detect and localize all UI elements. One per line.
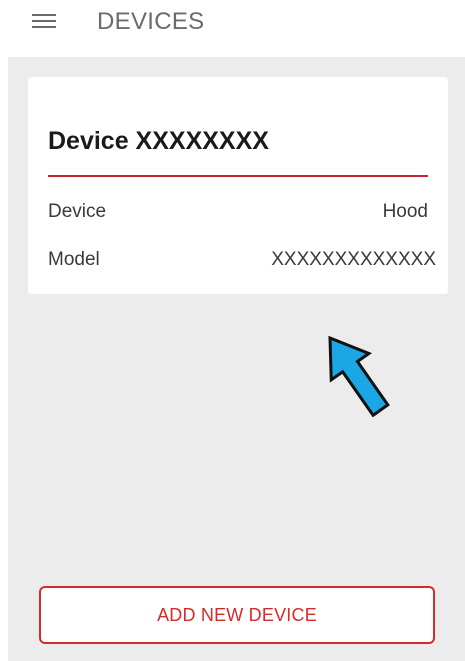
- model-label: Model: [48, 249, 100, 270]
- add-new-device-label: ADD NEW DEVICE: [157, 604, 317, 625]
- device-name: Device XXXXXXXX: [48, 127, 269, 155]
- devices-screen: DEVICES Device XXXXXXXX Device Hood Mode…: [0, 0, 465, 661]
- device-name-divider: [48, 175, 428, 177]
- pointer-arrow-icon: [328, 335, 390, 418]
- hamburger-menu-icon[interactable]: [30, 10, 58, 32]
- device-card[interactable]: Device XXXXXXXX Device Hood Model XXXXXX…: [28, 77, 448, 294]
- device-type-label: Device: [48, 201, 107, 222]
- add-new-device-button[interactable]: ADD NEW DEVICE: [39, 586, 435, 644]
- model-value: XXXXXXXXXXXXX: [271, 249, 436, 270]
- device-list-area: Device XXXXXXXX Device Hood Model XXXXXX…: [8, 57, 465, 661]
- top-app-bar: DEVICES: [0, 0, 465, 57]
- device-type-value: Hood: [382, 201, 428, 222]
- page-title: DEVICES: [97, 8, 205, 35]
